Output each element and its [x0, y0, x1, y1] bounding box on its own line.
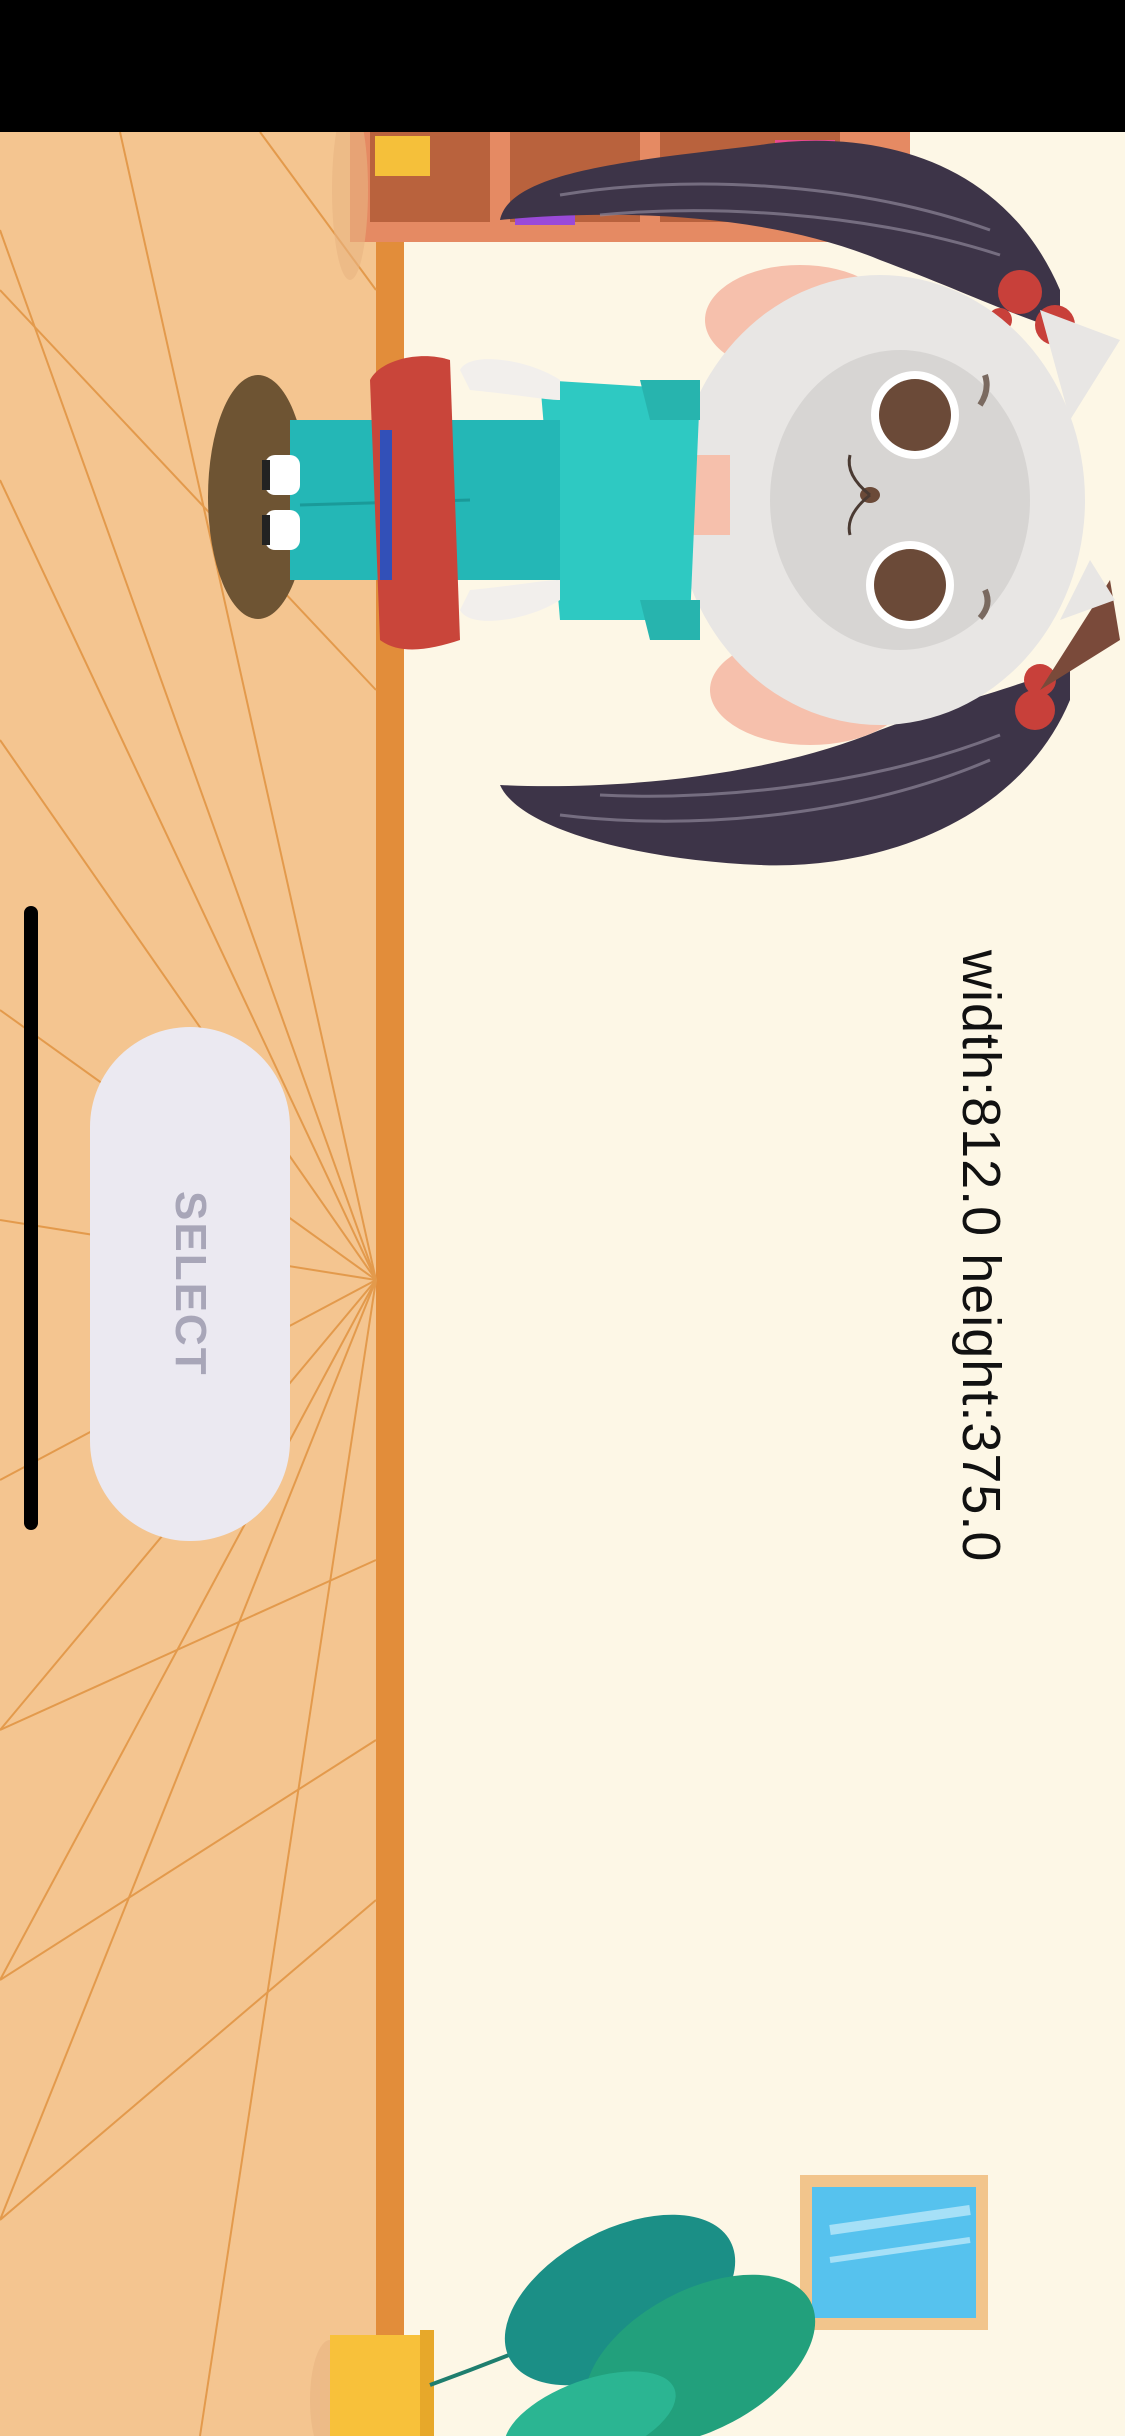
home-indicator[interactable]: [24, 906, 38, 1530]
screen-dimensions-label: width:812.0 height:375.0: [951, 950, 1011, 1563]
status-bar: [0, 0, 1125, 132]
window: [800, 2175, 988, 2330]
select-button-label: SELECT: [166, 1191, 215, 1377]
game-scene: width:812.0 height:375.0 SELECT: [0, 0, 1125, 2436]
select-button[interactable]: SELECT: [90, 1027, 290, 1541]
